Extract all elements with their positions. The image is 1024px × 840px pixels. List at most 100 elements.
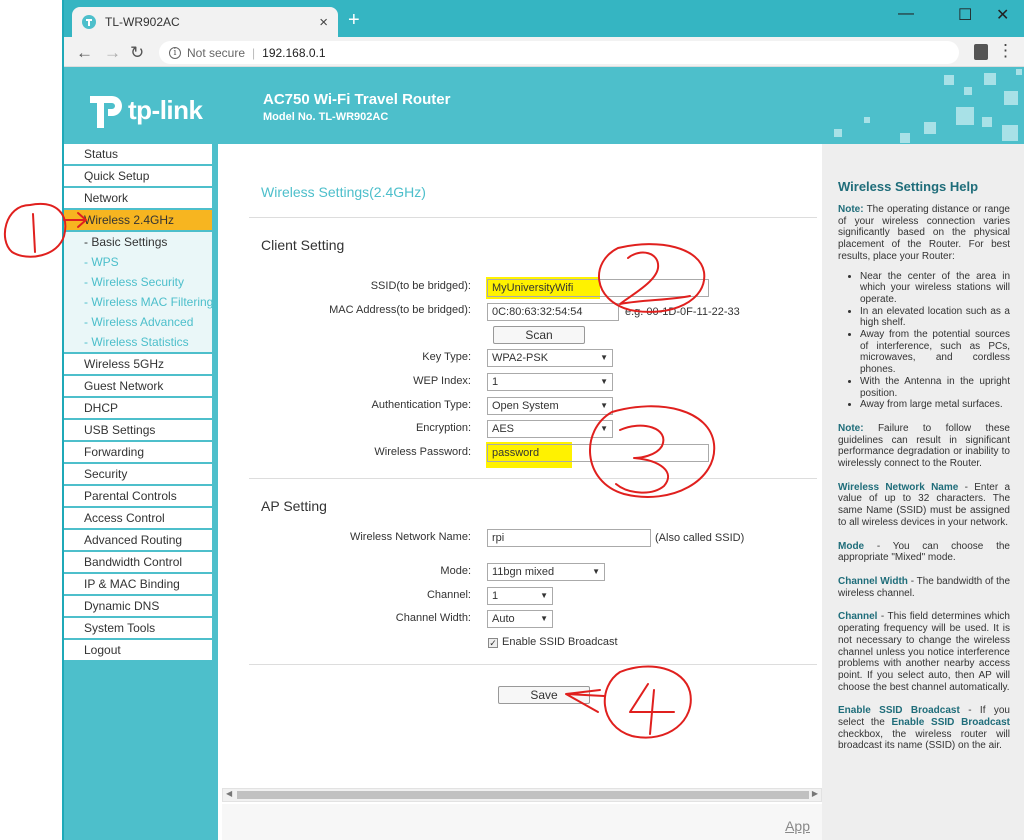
help-text: Failure to follow these guidelines can r… (838, 422, 1010, 470)
ssid-broadcast-label: Enable SSID Broadcast (502, 636, 618, 648)
close-window-icon[interactable]: ✕ (996, 5, 1009, 25)
help-tip: Away from large metal surfaces. (860, 399, 1010, 411)
sidebar-item-parental-controls[interactable]: Parental Controls (64, 486, 212, 508)
help-mode: Mode - You can choose the appropriate "M… (838, 541, 1010, 564)
forward-icon[interactable]: → (104, 43, 121, 63)
main-content: Wireless Settings(2.4GHz) Client Setting… (218, 144, 822, 840)
mac-address-input[interactable]: 0C:80:63:32:54:54 (487, 303, 619, 321)
sidebar-item-usb-settings[interactable]: USB Settings (64, 420, 212, 442)
network-name-hint: (Also called SSID) (655, 532, 745, 544)
channel-width-select[interactable]: Auto ▼ (487, 610, 553, 628)
new-tab-button[interactable]: + (348, 9, 360, 32)
scroll-left-icon[interactable]: ◀ (226, 789, 232, 798)
network-name-label: Wireless Network Name: (349, 531, 471, 543)
sidebar-item-wireless-24ghz[interactable]: Wireless 2.4GHz (64, 210, 212, 232)
key-type-select[interactable]: WPA2-PSK ▼ (487, 349, 613, 367)
help-tip: Near the center of the area in which you… (860, 271, 1010, 306)
sidebar-item-wireless-5ghz[interactable]: Wireless 5GHz (64, 354, 212, 376)
auth-type-label: Authentication Type: (371, 399, 471, 411)
chevron-down-icon: ▼ (540, 591, 548, 600)
sidebar-item-network[interactable]: Network (64, 188, 212, 210)
tab-close-icon[interactable]: × (319, 14, 328, 31)
ssid-label: SSID(to be bridged): (370, 280, 471, 292)
scan-button[interactable]: Scan (493, 326, 585, 344)
sidebar-item-dhcp[interactable]: DHCP (64, 398, 212, 420)
ssid-input[interactable]: MyUniversityWifi (487, 279, 709, 297)
security-label: Not secure (187, 45, 246, 60)
sidebar-item-advanced-routing[interactable]: Advanced Routing (64, 530, 212, 552)
chevron-down-icon: ▼ (540, 614, 548, 623)
horizontal-scrollbar[interactable]: ◀ ▶ (222, 788, 822, 802)
sidebar-subitem-wireless-statistics[interactable]: - Wireless Statistics (64, 332, 212, 354)
wep-index-select[interactable]: 1 ▼ (487, 373, 613, 391)
help-text: The operating distance or range of your … (838, 204, 1010, 262)
extension-icon[interactable] (974, 44, 988, 60)
mac-address-hint: e.g. 00-1D-0F-11-22-33 (625, 306, 740, 318)
scrollbar-thumb[interactable] (237, 791, 809, 799)
scroll-right-icon[interactable]: ▶ (812, 789, 818, 798)
wireless-password-label: Wireless Password: (374, 446, 471, 458)
sidebar-item-guest-network[interactable]: Guest Network (64, 376, 212, 398)
help-title: Wireless Settings Help (838, 179, 979, 194)
sidebar-subitem-wps[interactable]: - WPS (64, 252, 212, 272)
header-decoration (956, 107, 974, 125)
desktop-background (0, 0, 62, 840)
sidebar-item-ip-mac-binding[interactable]: IP & MAC Binding (64, 574, 212, 596)
sidebar-item-bandwidth-control[interactable]: Bandwidth Control (64, 552, 212, 574)
app-link[interactable]: App (785, 818, 810, 834)
help-network-name: Wireless Network Name - Enter a value of… (838, 482, 1010, 529)
reload-icon[interactable]: ↻ (130, 43, 144, 63)
sidebar-item-forwarding[interactable]: Forwarding (64, 442, 212, 464)
model-number: Model No. TL-WR902AC (263, 111, 389, 123)
info-icon[interactable]: i (169, 46, 181, 59)
help-note-failure: Note: Failure to follow these guidelines… (838, 423, 1010, 470)
sidebar-subitem-basic-settings[interactable]: - Basic Settings (64, 232, 212, 252)
tp-link-logo-icon (90, 96, 122, 128)
browser-tab[interactable]: TL-WR902AC × (72, 7, 338, 37)
save-button[interactable]: Save (498, 686, 590, 704)
header-decoration (864, 117, 870, 123)
product-title: AC750 Wi-Fi Travel Router (263, 91, 451, 108)
mode-select[interactable]: 11bgn mixed ▼ (487, 563, 605, 581)
tab-title: TL-WR902AC (105, 15, 180, 29)
wireless-password-input[interactable]: password (487, 444, 709, 462)
help-key: Channel (838, 611, 878, 623)
channel-width-value: Auto (492, 613, 515, 625)
sidebar-item-logout[interactable]: Logout (64, 640, 212, 662)
encryption-select[interactable]: AES ▼ (487, 420, 613, 438)
header-decoration (964, 87, 972, 95)
browser-menu-icon[interactable]: ⋮ (997, 41, 1014, 61)
network-name-input[interactable]: rpi (487, 529, 651, 547)
help-ssid-broadcast: Enable SSID Broadcast - If you select th… (838, 705, 1010, 752)
help-key: Enable SSID Broadcast (891, 717, 1011, 729)
sidebar-subitem-wireless-security[interactable]: - Wireless Security (64, 272, 212, 292)
minimize-icon[interactable]: — (898, 5, 914, 23)
sidebar-subitem-wireless-advanced[interactable]: - Wireless Advanced (64, 312, 212, 332)
sidebar-item-security[interactable]: Security (64, 464, 212, 486)
sidebar-item-access-control[interactable]: Access Control (64, 508, 212, 530)
mode-value: 11bgn mixed (492, 566, 555, 578)
sidebar-item-dynamic-dns[interactable]: Dynamic DNS (64, 596, 212, 618)
chevron-down-icon: ▼ (600, 377, 608, 386)
key-type-value: WPA2-PSK (492, 352, 549, 364)
back-icon[interactable]: ← (76, 43, 93, 63)
header-decoration (834, 129, 842, 137)
ssid-broadcast-checkbox[interactable]: ✓ (488, 638, 498, 648)
channel-value: 1 (492, 590, 499, 602)
help-key: Channel Width (838, 575, 908, 587)
sidebar-item-status[interactable]: Status (64, 144, 212, 166)
help-channel-width: Channel Width - The bandwidth of the wir… (838, 576, 1010, 599)
address-bar[interactable]: i Not secure | 192.168.0.1 (159, 41, 959, 64)
maximize-icon[interactable]: ☐ (958, 5, 972, 25)
url-text: 192.168.0.1 (262, 45, 326, 60)
sidebar-item-quick-setup[interactable]: Quick Setup (64, 166, 212, 188)
sidebar-item-system-tools[interactable]: System Tools (64, 618, 212, 640)
browser-toolbar: ← → ↻ i Not secure | 192.168.0.1 ⋮ (64, 37, 1024, 67)
help-key: Note: (838, 422, 864, 434)
auth-type-select[interactable]: Open System ▼ (487, 397, 613, 415)
help-panel: Wireless Settings Help Note: The operati… (822, 144, 1024, 840)
help-placement-tips: Near the center of the area in which you… (860, 271, 1010, 411)
channel-select[interactable]: 1 ▼ (487, 587, 553, 605)
sidebar-subitem-mac-filtering[interactable]: - Wireless MAC Filtering (64, 292, 212, 312)
client-setting-title: Client Setting (261, 237, 345, 253)
